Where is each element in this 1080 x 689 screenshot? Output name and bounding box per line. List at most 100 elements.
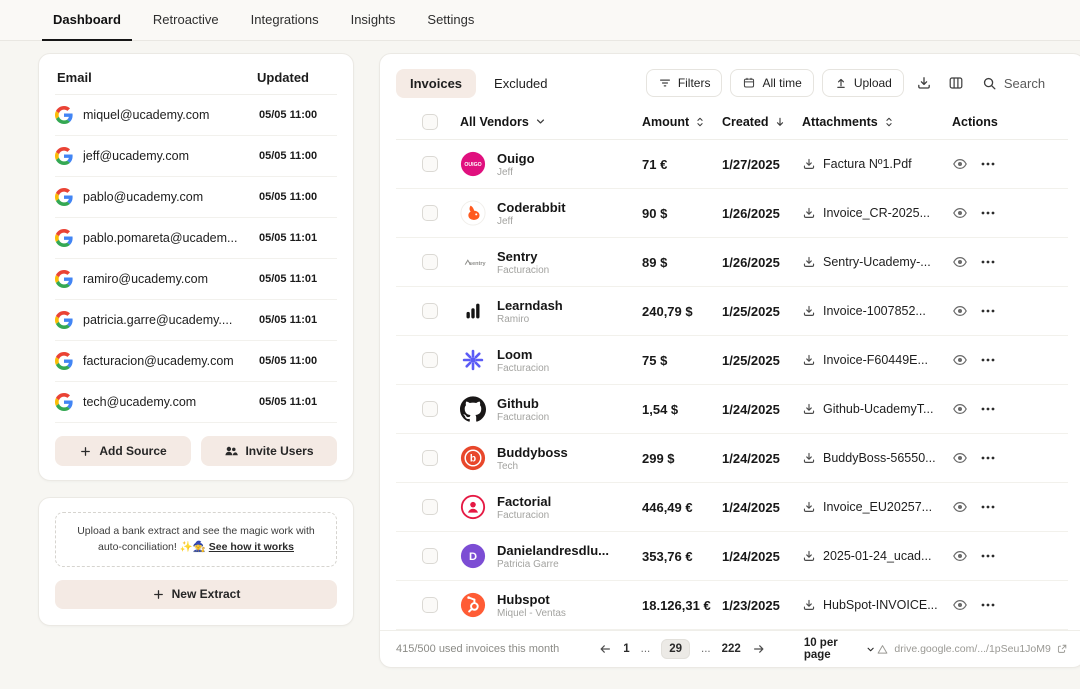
email-source-row[interactable]: ramiro@ucademy.com 05/05 11:01 <box>55 259 337 300</box>
invoice-row[interactable]: D Danielandresdlu...Patricia Garre 353,7… <box>396 532 1068 581</box>
drive-link[interactable]: drive.google.com/.../1pSeu1JoM9 <box>876 643 1067 656</box>
invoice-row[interactable]: LoomFacturacion 75 $ 1/25/2025 Invoice-F… <box>396 336 1068 385</box>
select-all-checkbox[interactable] <box>422 114 438 130</box>
attachment-download-icon <box>802 598 816 612</box>
top-nav: Dashboard Retroactive Integrations Insig… <box>0 0 1080 41</box>
page-number[interactable]: 222 <box>722 643 741 655</box>
row-menu-icon[interactable] <box>980 303 996 319</box>
attachment-link[interactable]: Invoice_CR-2025... <box>802 206 952 220</box>
row-menu-icon[interactable] <box>980 156 996 172</box>
download-button[interactable] <box>912 71 936 95</box>
row-menu-icon[interactable] <box>980 401 996 417</box>
created-column-header[interactable]: Created <box>722 115 802 129</box>
nav-tab-dashboard[interactable]: Dashboard <box>42 0 132 41</box>
see-how-it-works-link[interactable]: See how it works <box>209 541 294 553</box>
attachment-link[interactable]: Invoice-F60449E... <box>802 353 952 367</box>
nav-tab-retroactive[interactable]: Retroactive <box>142 0 230 41</box>
attachment-link[interactable]: Github-UcademyT... <box>802 402 952 416</box>
page-ellipsis: ... <box>641 643 651 655</box>
row-menu-icon[interactable] <box>980 254 996 270</box>
bank-extract-panel: Upload a bank extract and see the magic … <box>38 497 354 626</box>
updated-time: 05/05 11:00 <box>259 150 337 162</box>
view-eye-icon[interactable] <box>952 548 968 564</box>
row-checkbox[interactable] <box>422 156 438 172</box>
invoice-row[interactable]: b BuddybossTech 299 $ 1/24/2025 BuddyBos… <box>396 434 1068 483</box>
email-source-row[interactable]: patricia.garre@ucademy.... 05/05 11:01 <box>55 300 337 341</box>
sort-icon <box>694 116 706 128</box>
columns-button[interactable] <box>944 71 968 95</box>
row-checkbox[interactable] <box>422 205 438 221</box>
attachment-filename: 2025-01-24_ucad... <box>823 549 931 563</box>
view-eye-icon[interactable] <box>952 254 968 270</box>
tab-excluded[interactable]: Excluded <box>494 76 547 91</box>
view-eye-icon[interactable] <box>952 401 968 417</box>
row-menu-icon[interactable] <box>980 352 996 368</box>
attachment-link[interactable]: 2025-01-24_ucad... <box>802 549 952 563</box>
invoice-row[interactable]: LearndashRamiro 240,79 $ 1/25/2025 Invoi… <box>396 287 1068 336</box>
filters-button[interactable]: Filters <box>646 69 723 97</box>
attachment-filename: Invoice-F60449E... <box>823 353 928 367</box>
email-source-row[interactable]: tech@ucademy.com 05/05 11:01 <box>55 382 337 423</box>
invoice-row[interactable]: sentry SentryFacturacion 89 $ 1/26/2025 … <box>396 238 1068 287</box>
attachment-link[interactable]: Invoice_EU20257... <box>802 500 952 514</box>
email-source-row[interactable]: pablo.pomareta@ucadem... 05/05 11:01 <box>55 218 337 259</box>
vendor-column-header[interactable]: All Vendors <box>460 115 642 129</box>
view-eye-icon[interactable] <box>952 303 968 319</box>
amount-column-header[interactable]: Amount <box>642 115 722 129</box>
current-page[interactable]: 29 <box>661 639 690 659</box>
nav-tab-integrations[interactable]: Integrations <box>240 0 330 41</box>
view-eye-icon[interactable] <box>952 499 968 515</box>
nav-tab-insights[interactable]: Insights <box>340 0 407 41</box>
email-source-row[interactable]: miquel@ucademy.com 05/05 11:00 <box>55 95 337 136</box>
attachment-link[interactable]: BuddyBoss-56550... <box>802 451 952 465</box>
attachments-column-header[interactable]: Attachments <box>802 115 952 129</box>
row-checkbox[interactable] <box>422 450 438 466</box>
view-eye-icon[interactable] <box>952 597 968 613</box>
row-checkbox[interactable] <box>422 303 438 319</box>
row-checkbox[interactable] <box>422 499 438 515</box>
email-source-row[interactable]: jeff@ucademy.com 05/05 11:00 <box>55 136 337 177</box>
google-g-icon <box>55 229 73 247</box>
invoice-row[interactable]: FactorialFacturacion 446,49 € 1/24/2025 … <box>396 483 1068 532</box>
per-page-selector[interactable]: 10 per page <box>804 637 877 661</box>
next-page-button[interactable] <box>752 642 766 656</box>
invite-users-button[interactable]: Invite Users <box>201 436 337 466</box>
invoice-row[interactable]: GithubFacturacion 1,54 $ 1/24/2025 Githu… <box>396 385 1068 434</box>
nav-tab-settings[interactable]: Settings <box>416 0 485 41</box>
row-checkbox[interactable] <box>422 401 438 417</box>
attachment-link[interactable]: Sentry-Ucademy-... <box>802 255 952 269</box>
attachment-link[interactable]: Invoice-1007852... <box>802 304 952 318</box>
row-checkbox[interactable] <box>422 548 438 564</box>
chevron-down-icon <box>865 643 876 656</box>
row-menu-icon[interactable] <box>980 205 996 221</box>
row-menu-icon[interactable] <box>980 548 996 564</box>
attachment-link[interactable]: HubSpot-INVOICE... <box>802 598 952 612</box>
email-source-row[interactable]: pablo@ucademy.com 05/05 11:00 <box>55 177 337 218</box>
row-menu-icon[interactable] <box>980 597 996 613</box>
attachment-download-icon <box>802 451 816 465</box>
vendor-name: Coderabbit <box>497 200 566 215</box>
row-menu-icon[interactable] <box>980 499 996 515</box>
invoice-row[interactable]: OUIGO OuigoJeff 71 € 1/27/2025 Factura N… <box>396 140 1068 189</box>
view-eye-icon[interactable] <box>952 450 968 466</box>
prev-page-button[interactable] <box>598 642 612 656</box>
row-checkbox[interactable] <box>422 597 438 613</box>
search-input[interactable] <box>1004 76 1068 91</box>
email-source-row[interactable]: facturacion@ucademy.com 05/05 11:00 <box>55 341 337 382</box>
add-source-button[interactable]: Add Source <box>55 436 191 466</box>
search-box[interactable] <box>982 76 1068 91</box>
all-time-button[interactable]: All time <box>730 69 813 97</box>
view-eye-icon[interactable] <box>952 205 968 221</box>
tab-invoices[interactable]: Invoices <box>396 69 476 98</box>
view-eye-icon[interactable] <box>952 352 968 368</box>
row-checkbox[interactable] <box>422 352 438 368</box>
attachment-link[interactable]: Factura Nº1.Pdf <box>802 157 952 171</box>
row-menu-icon[interactable] <box>980 450 996 466</box>
upload-button[interactable]: Upload <box>822 69 904 97</box>
view-eye-icon[interactable] <box>952 156 968 172</box>
new-extract-button[interactable]: New Extract <box>55 580 337 609</box>
page-number[interactable]: 1 <box>623 643 629 655</box>
row-checkbox[interactable] <box>422 254 438 270</box>
invoice-row[interactable]: CoderabbitJeff 90 $ 1/26/2025 Invoice_CR… <box>396 189 1068 238</box>
invoice-row[interactable]: HubspotMiquel - Ventas 18.126,31 € 1/23/… <box>396 581 1068 630</box>
